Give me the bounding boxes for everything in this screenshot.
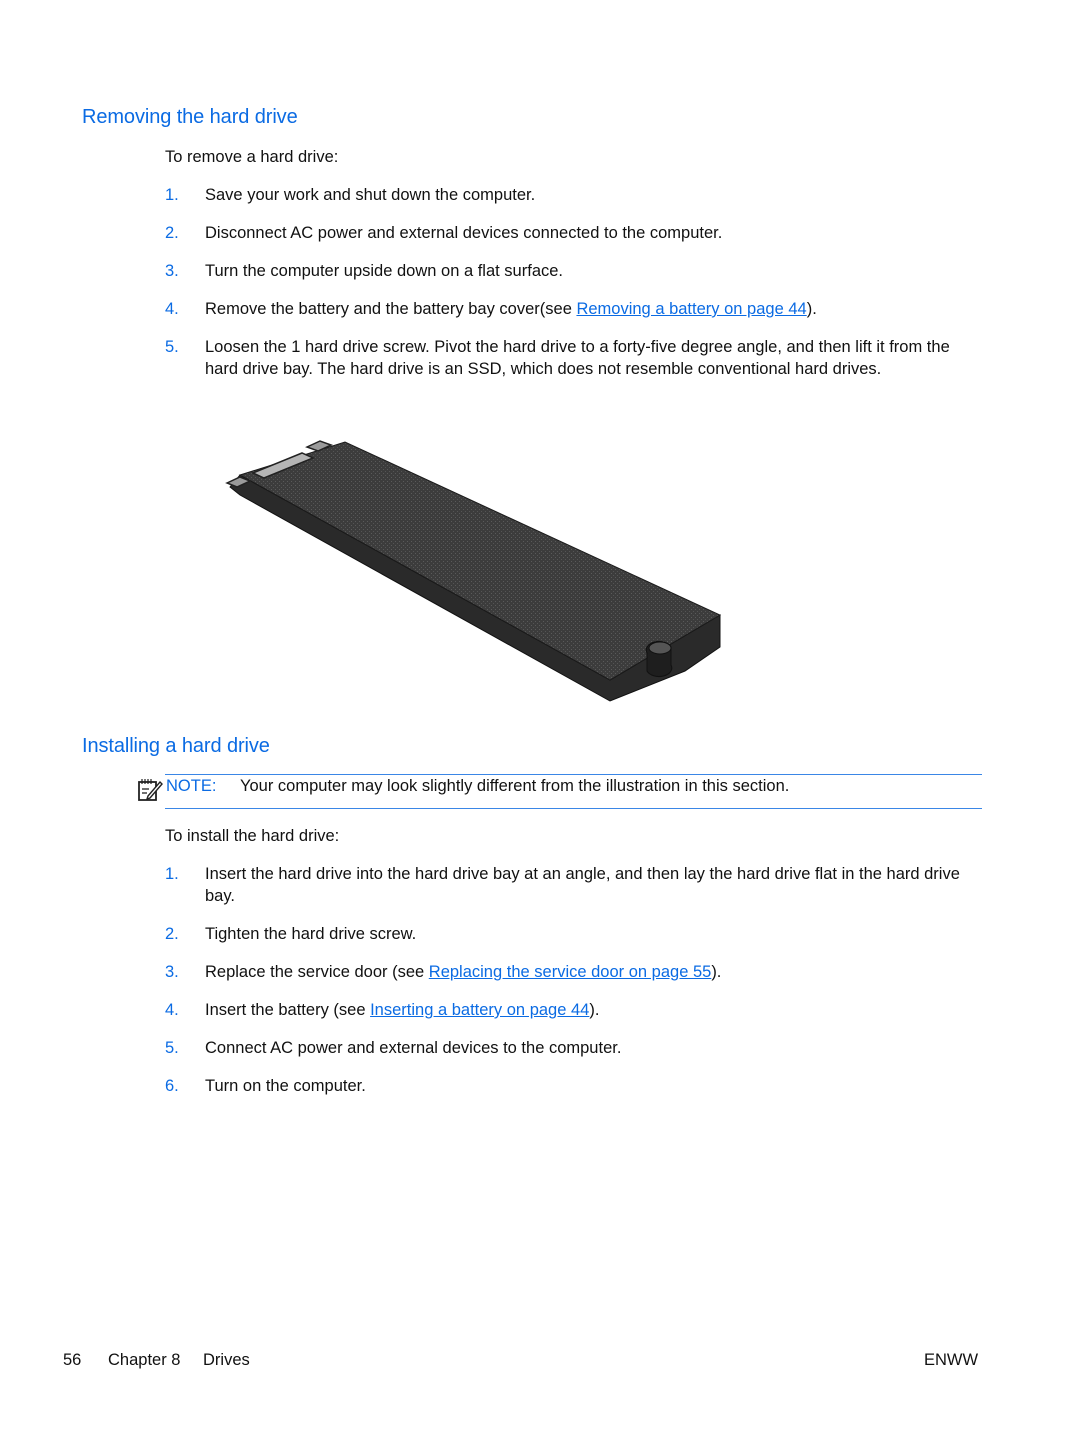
step-number: 2. — [165, 224, 179, 242]
step-text-after: ). — [589, 1001, 600, 1019]
step-text: Disconnect AC power and external devices… — [205, 224, 723, 242]
note-text: Your computer may look slightly differen… — [240, 777, 790, 795]
install-step: 6. Turn on the computer. — [165, 1075, 975, 1097]
install-step: 4. Insert the battery (see Inserting a b… — [165, 999, 975, 1021]
remove-intro: To remove a hard drive: — [165, 148, 339, 166]
step-text: Replace the service door (see Replacing … — [205, 961, 975, 983]
section-heading-install: Installing a hard drive — [82, 735, 270, 757]
step-text: Connect AC power and external devices to… — [205, 1039, 622, 1057]
step-number: 1. — [165, 865, 179, 883]
step-text: Tighten the hard drive screw. — [205, 925, 417, 943]
step-number: 3. — [165, 963, 179, 981]
step-text: Turn on the computer. — [205, 1077, 366, 1095]
step-text-after: ). — [711, 963, 722, 981]
page-number: 56 — [63, 1351, 82, 1369]
install-step: 5. Connect AC power and external devices… — [165, 1037, 975, 1059]
step-text-before: Remove the battery and the battery bay c… — [205, 300, 577, 318]
step-text-after: ). — [806, 300, 817, 318]
chapter-label: Chapter 8 — [108, 1351, 181, 1369]
step-text: Insert the battery (see Inserting a batt… — [205, 999, 975, 1021]
replacing-service-door-link[interactable]: Replacing the service door on page 55 — [429, 963, 712, 981]
note-pencil-icon — [138, 779, 163, 801]
note-bottom-rule — [165, 808, 982, 809]
footer-locale: ENWW — [924, 1351, 979, 1369]
step-number: 2. — [165, 925, 179, 943]
step-number: 4. — [165, 1001, 179, 1019]
step-text-before: Insert the battery (see — [205, 1001, 371, 1019]
step-number: 5. — [165, 338, 179, 356]
step-number: 4. — [165, 300, 179, 318]
ssd-illustration — [225, 440, 722, 702]
install-intro: To install the hard drive: — [165, 827, 340, 845]
remove-step: 4. Remove the battery and the battery ba… — [165, 298, 975, 320]
step-text: Turn the computer upside down on a flat … — [205, 262, 564, 280]
remove-step: 1. Save your work and shut down the comp… — [165, 184, 975, 206]
remove-step: 5. Loosen the 1 hard drive screw. Pivot … — [165, 336, 975, 380]
step-number: 5. — [165, 1039, 179, 1057]
removing-battery-link[interactable]: Removing a battery on page 44 — [576, 300, 806, 318]
step-text: Remove the battery and the battery bay c… — [205, 298, 975, 320]
note-label: NOTE: — [166, 777, 217, 795]
step-text-before: Replace the service door (see — [205, 963, 429, 981]
install-step: 2. Tighten the hard drive screw. — [165, 923, 975, 945]
ssd-top-surface — [238, 441, 722, 681]
chapter-title: Drives — [203, 1351, 250, 1369]
step-text: Loosen the 1 hard drive screw. Pivot the… — [205, 338, 950, 378]
inserting-battery-link[interactable]: Inserting a battery on page 44 — [370, 1001, 589, 1019]
remove-step: 2. Disconnect AC power and external devi… — [165, 222, 975, 244]
remove-step: 3. Turn the computer upside down on a fl… — [165, 260, 975, 282]
step-number: 1. — [165, 186, 179, 204]
install-step: 1. Insert the hard drive into the hard d… — [165, 863, 975, 907]
step-text: Save your work and shut down the compute… — [205, 186, 536, 204]
step-number: 6. — [165, 1077, 179, 1095]
step-number: 3. — [165, 262, 179, 280]
section-heading-remove: Removing the hard drive — [82, 106, 298, 128]
page-footer: 56 Chapter 8 Drives — [63, 1349, 250, 1371]
install-step: 3. Replace the service door (see Replaci… — [165, 961, 975, 983]
step-text: Insert the hard drive into the hard driv… — [205, 865, 960, 905]
